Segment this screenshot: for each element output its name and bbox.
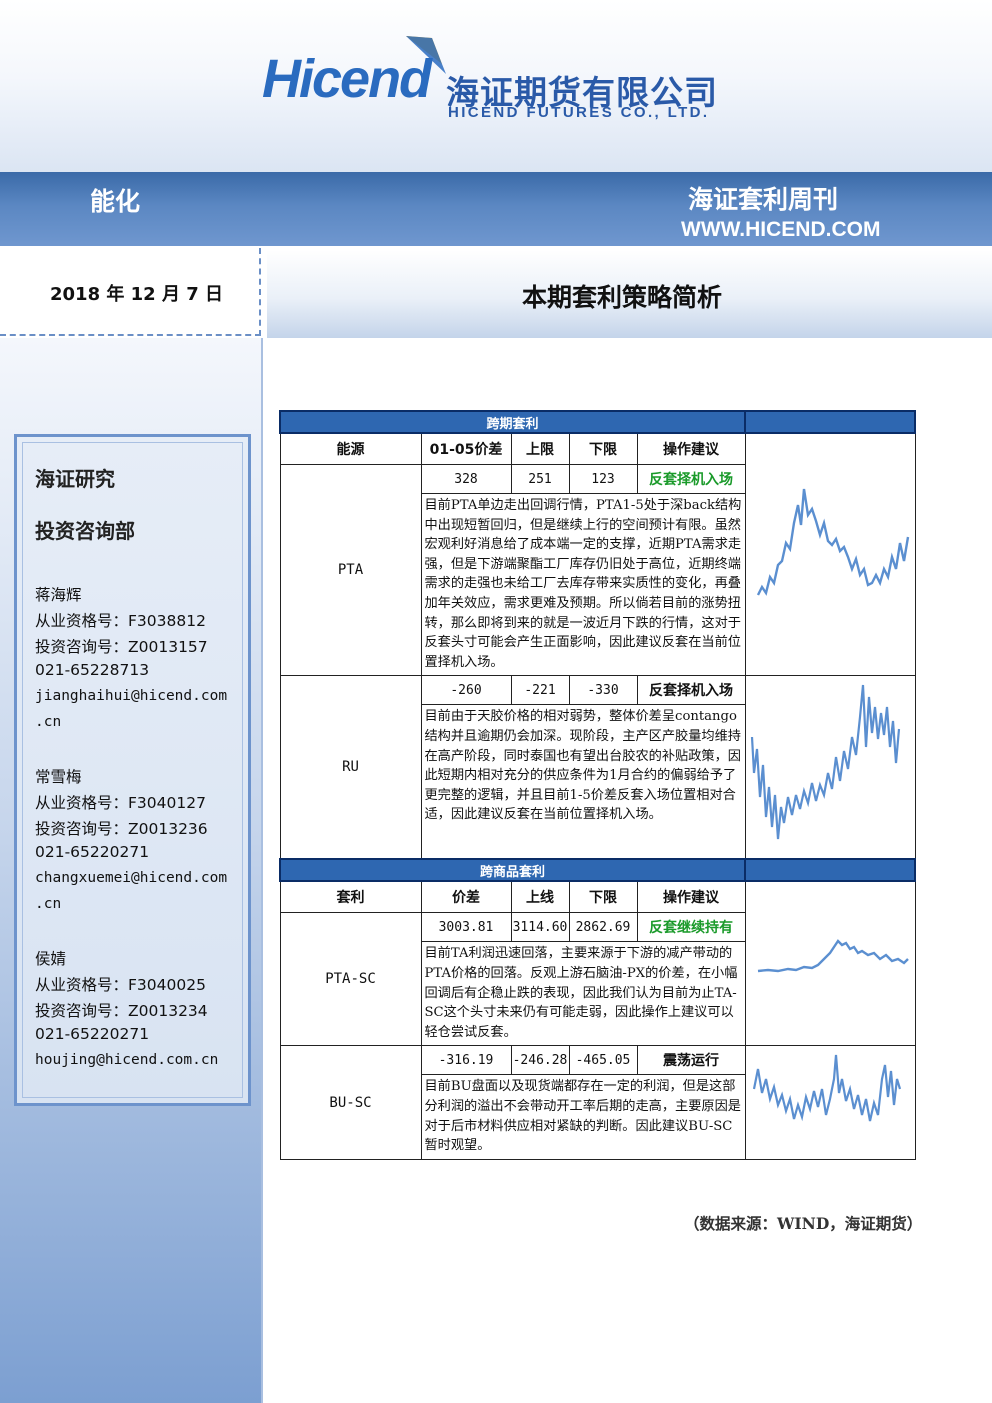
analyst-qualification: 从业资格号：F3040025 [35,976,206,994]
date-box: 2018 年 12 月 7 日 [0,248,261,336]
analyst-name: 蒋海辉 [35,586,82,604]
analyst-phone: 021-65220271 [35,843,150,861]
analyst-qualification: 从业资格号：F3040127 [35,794,206,812]
analyst-email-cont: .cn [35,896,62,912]
lower-value: 123 [568,464,638,494]
advice-label: 震荡运行 [636,1045,746,1076]
upper-value: 3114.60 [510,912,570,943]
chart-cell-ru [744,675,916,860]
pta-sc-spread-chart [757,938,909,973]
upper-value: 251 [510,464,570,494]
lower-value: -465.05 [568,1045,638,1076]
spread-value: 3003.81 [420,912,512,943]
col-header: 上限 [510,432,570,465]
page-title: 本期套利策略简析 [522,283,723,312]
registered-mark: ® [416,88,425,98]
analyst-qualification: 从业资格号：F3038812 [35,612,206,630]
col-header: 01-05价差 [420,432,512,465]
row-label-pta: PTA [279,463,422,677]
advice-label: 反套择机入场 [636,464,746,494]
title-bar: 本期套利策略简析 [267,250,992,338]
analyst-email-cont: .cn [35,714,62,730]
spread-value: -316.19 [420,1045,512,1076]
section-title-intertemporal: 跨期套利 [278,410,747,434]
sidebar-edge [261,338,263,1403]
analyst-consult-id: 投资咨询号：Z0013157 [35,638,208,656]
analysis-text-bu-sc: 目前BU盘面以及现货端都存在一定的利润，但是这部分利润的溢出不会带动开工率后期的… [420,1074,746,1160]
col-header: 价差 [420,880,512,914]
col-header: 操作建议 [636,880,746,914]
row-label-pta-sc: PTA-SC [279,912,422,1047]
analyst-email[interactable]: houjing@hicend.com.cn [35,1052,218,1068]
analyst-name: 常雪梅 [35,768,82,786]
chart-cell-bu-sc [744,1045,916,1160]
analyst-card: 海证研究 投资咨询部 蒋海辉 从业资格号：F3038812 投资咨询号：Z001… [14,434,251,1106]
col-header: 操作建议 [636,432,746,465]
company-name-en: HICEND FUTURES CO., LTD. [448,104,710,121]
ru-spread-chart [750,685,900,840]
section-title-fill [744,410,917,434]
pta-spread-chart [756,488,909,596]
col-header: 能源 [279,432,422,465]
analysis-text-pta: 目前PTA单边走出回调行情，PTA1-5处于深back结构中出现短暂回归，但是继… [420,492,746,677]
analysis-text-pta-sc: 目前TA利润迅速回落，主要来源于下游的减产带动的PTA价格的回落。反观上游石脑油… [420,941,746,1047]
col-header: 下限 [568,880,638,914]
col-header: 上线 [510,880,570,914]
sector-label: 能化 [90,187,141,216]
row-label-bu-sc: BU-SC [279,1045,422,1160]
website-url: WWW.HICEND.COM [681,218,881,241]
publication-title: 海证套利周刊 [688,185,839,214]
chart-cell-pta-sc [744,880,916,1047]
analysis-text-ru: 目前由于天胶价格的相对弱势，整体价差呈contango结构并且逾期仍会加深。现阶… [420,704,746,860]
analyst-phone: 021-65228713 [35,661,150,679]
upper-value: -221 [510,675,570,706]
col-header: 套利 [279,880,422,914]
advice-label: 反套继续持有 [636,912,746,943]
section-title-intercommodity: 跨商品套利 [278,858,747,883]
col-header: 下限 [568,432,638,465]
bu-sc-spread-chart [752,1054,901,1121]
chart-cell-pta [744,432,916,677]
upper-value: -246.28 [510,1045,570,1076]
data-source-note: （数据来源：WIND，海证期货） [684,1214,923,1233]
analyst-consult-id: 投资咨询号：Z0013234 [35,1002,208,1020]
dept-line2: 投资咨询部 [35,519,135,543]
arbitrage-table: 跨期套利 能源 01-05价差 上限 下限 操作建议 PTA 328 251 1… [278,410,917,1160]
spread-value: -260 [420,675,512,706]
section-title-fill [744,858,917,883]
lower-value: 2862.69 [568,912,638,943]
analyst-name: 侯婧 [35,950,67,968]
spread-value: 328 [420,464,512,494]
analyst-email[interactable]: jianghaihui@hicend.com [35,688,227,704]
analyst-email[interactable]: changxuemei@hicend.com [35,870,227,886]
report-date: 2018 年 12 月 7 日 [50,284,224,305]
analyst-consult-id: 投资咨询号：Z0013236 [35,820,208,838]
analyst-phone: 021-65220271 [35,1025,150,1043]
row-label-ru: RU [279,675,422,860]
advice-label: 反套择机入场 [636,675,746,706]
lower-value: -330 [568,675,638,706]
dept-line1: 海证研究 [35,467,115,491]
